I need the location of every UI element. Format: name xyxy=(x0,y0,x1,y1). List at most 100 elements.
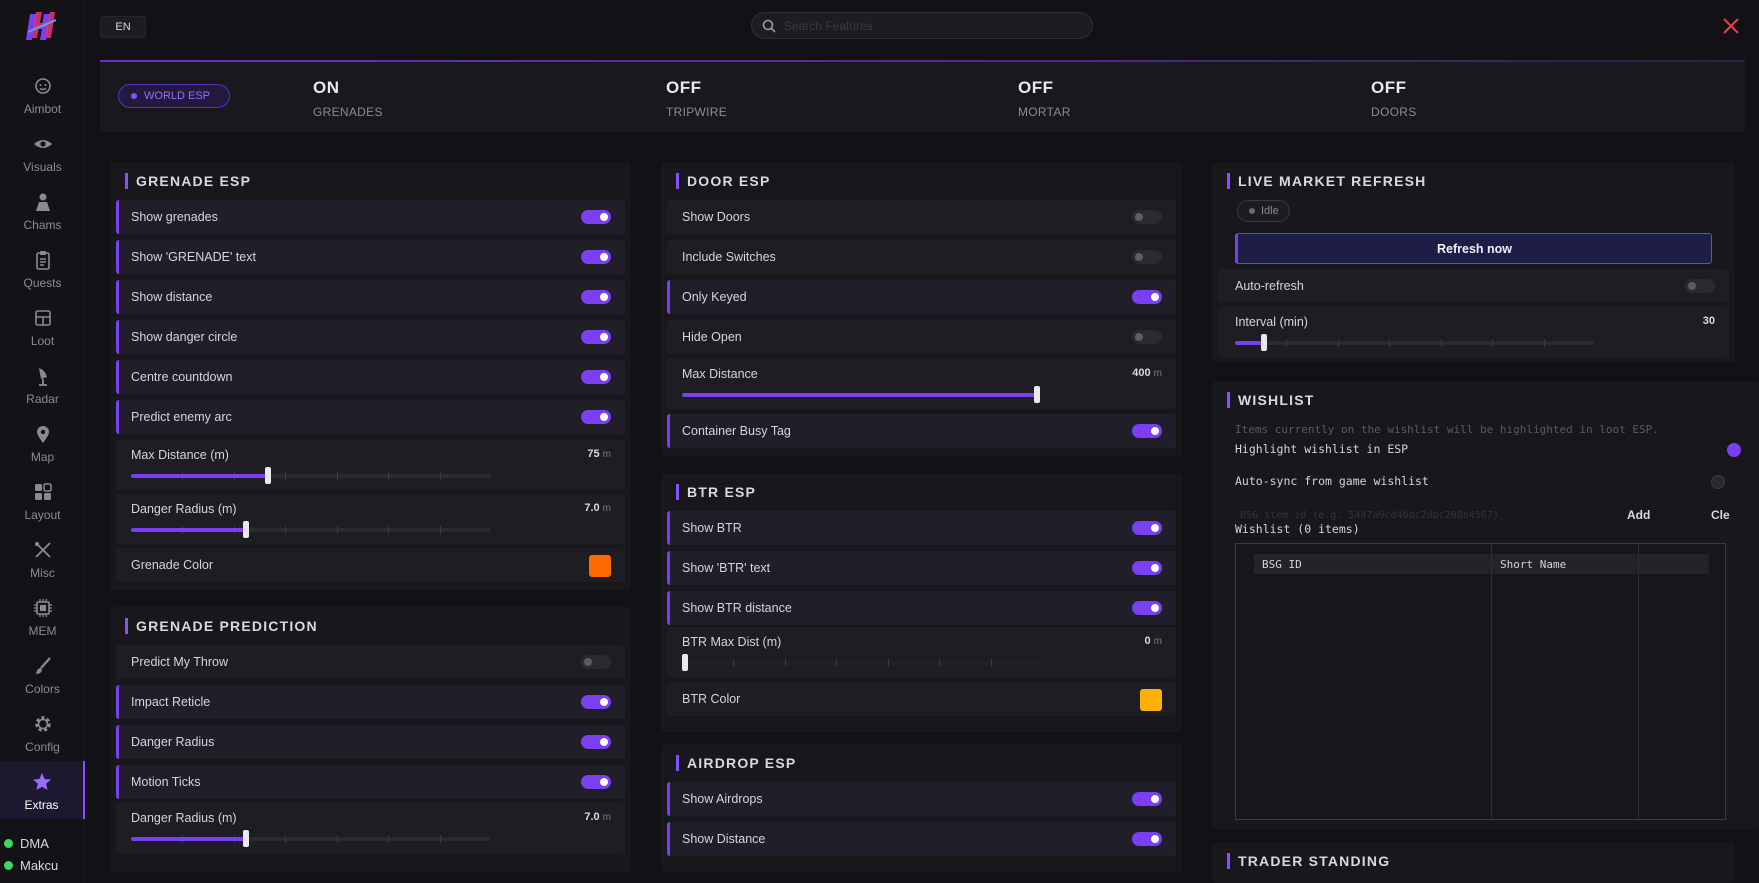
app-window: Aimbot Visuals Chams Quests Loot Radar Map Layo… xyxy=(0,0,1759,883)
autosync-toggle[interactable] xyxy=(1711,475,1725,489)
toggle-switch[interactable] xyxy=(581,655,611,669)
sidebar-item-extras[interactable]: Extras xyxy=(0,761,85,819)
toggle-switch[interactable] xyxy=(581,370,611,384)
toggle-switch[interactable] xyxy=(581,695,611,709)
sidebar-item-config[interactable]: Config xyxy=(0,703,85,761)
auto-refresh-row[interactable]: Auto-refresh xyxy=(1218,269,1729,303)
toggle-row-show-airdrops[interactable]: Show Airdrops xyxy=(667,782,1176,816)
column-divider xyxy=(1638,544,1639,821)
interval-slider[interactable]: Interval (min) 30 xyxy=(1218,307,1729,357)
search-input[interactable] xyxy=(784,18,1064,33)
toggle-switch[interactable] xyxy=(1132,290,1162,304)
danger-radius-slider[interactable]: Danger Radius (m) 7.0 m xyxy=(116,494,625,544)
slider-thumb[interactable] xyxy=(682,654,688,671)
sidebar-item-chams[interactable]: Chams xyxy=(0,181,85,239)
toggle-switch[interactable] xyxy=(1132,521,1162,535)
toggle-switch[interactable] xyxy=(581,330,611,344)
toggle-switch[interactable] xyxy=(581,250,611,264)
max-distance-slider[interactable]: Max Distance (m) 75 m xyxy=(116,440,625,490)
toggle-row-show-btr-text[interactable]: Show 'BTR' text xyxy=(667,551,1176,585)
toggle-row-hide-open[interactable]: Hide Open xyxy=(667,320,1176,354)
toggle-row-show-doors[interactable]: Show Doors xyxy=(667,200,1176,234)
panel-title: TRADER STANDING xyxy=(1227,853,1390,869)
toggle-switch[interactable] xyxy=(1132,210,1162,224)
slider-thumb[interactable] xyxy=(243,830,250,847)
language-selector[interactable]: EN xyxy=(100,16,146,38)
sidebar: Aimbot Visuals Chams Quests Loot Radar Map Layo… xyxy=(0,0,85,883)
gear-icon xyxy=(32,713,54,735)
toggle-row-show-grenade-text[interactable]: Show 'GRENADE' text xyxy=(116,240,625,274)
slider-tick xyxy=(388,472,390,480)
toggle-row-danger-radius[interactable]: Danger Radius xyxy=(116,725,625,759)
toggle-switch[interactable] xyxy=(581,735,611,749)
column-header-short-name[interactable]: Short Name xyxy=(1491,554,1709,574)
toggle-switch[interactable] xyxy=(1132,792,1162,806)
toggle-switch[interactable] xyxy=(1132,832,1162,846)
toggle-label: Predict My Throw xyxy=(131,655,229,669)
sidebar-item-aimbot[interactable]: Aimbot xyxy=(0,65,85,123)
toggle-switch[interactable] xyxy=(1685,279,1715,293)
world-esp-badge: WORLD ESP xyxy=(118,84,230,108)
status-strip: WORLD ESP ON GRENADES OFF TRIPWIRE OFF MORT… xyxy=(100,62,1745,132)
toggle-row-show-btr[interactable]: Show BTR xyxy=(667,511,1176,545)
toggle-switch[interactable] xyxy=(581,290,611,304)
sidebar-item-quests[interactable]: Quests xyxy=(0,239,85,297)
toggle-row-predict-enemy-arc[interactable]: Predict enemy arc xyxy=(116,400,625,434)
toggle-row-include-switches[interactable]: Include Switches xyxy=(667,240,1176,274)
panel-title: WISHLIST xyxy=(1227,392,1314,408)
prediction-danger-radius-slider[interactable]: Danger Radius (m) 7.0 m xyxy=(116,803,625,853)
toggle-switch[interactable] xyxy=(1132,424,1162,438)
slider-thumb[interactable] xyxy=(1034,386,1040,403)
slider-thumb[interactable] xyxy=(264,467,271,484)
column-header-bsg-id[interactable]: BSG ID xyxy=(1254,554,1491,574)
slider-thumb[interactable] xyxy=(243,521,250,538)
toggle-switch[interactable] xyxy=(1132,561,1162,575)
toggle-switch[interactable] xyxy=(1132,330,1162,344)
toggle-row-only-keyed[interactable]: Only Keyed xyxy=(667,280,1176,314)
toggle-row-centre-countdown[interactable]: Centre countdown xyxy=(116,360,625,394)
btr-color-swatch[interactable] xyxy=(1140,689,1162,711)
grenade-prediction-panel: GRENADE PREDICTION Predict My Throw Impac… xyxy=(110,607,631,872)
slider-tick xyxy=(1286,339,1288,347)
btr-max-dist-slider[interactable]: BTR Max Dist (m) 0m xyxy=(667,627,1176,677)
toggle-switch[interactable] xyxy=(581,210,611,224)
sidebar-item-map[interactable]: Map xyxy=(0,413,85,471)
refresh-now-button[interactable]: Refresh now xyxy=(1235,233,1712,264)
grenade-color-swatch[interactable] xyxy=(589,555,611,577)
toggle-switch[interactable] xyxy=(581,775,611,789)
search-box[interactable] xyxy=(751,12,1093,39)
toggle-row-show-distance[interactable]: Show Distance xyxy=(667,822,1176,856)
toggle-row-show-danger-circle[interactable]: Show danger circle xyxy=(116,320,625,354)
toggle-row-show-grenades[interactable]: Show grenades xyxy=(116,200,625,234)
sidebar-item-mem[interactable]: MEM xyxy=(0,587,85,645)
autosync-label: Auto-sync from game wishlist xyxy=(1235,474,1429,488)
slider-tick xyxy=(388,835,390,843)
toggle-row-show-btr-distance[interactable]: Show BTR distance xyxy=(667,591,1176,625)
close-icon[interactable] xyxy=(1721,16,1741,36)
toggle-row-show-distance[interactable]: Show distance xyxy=(116,280,625,314)
add-button[interactable]: Add xyxy=(1627,508,1650,522)
sidebar-item-radar[interactable]: Radar xyxy=(0,355,85,413)
slider-thumb[interactable] xyxy=(1260,334,1267,351)
toggle-switch[interactable] xyxy=(1132,250,1162,264)
sidebar-item-layout[interactable]: Layout xyxy=(0,471,85,529)
toggle-row-motion-ticks[interactable]: Motion Ticks xyxy=(116,765,625,799)
toggle-row-impact-reticle[interactable]: Impact Reticle xyxy=(116,685,625,719)
sidebar-item-colors[interactable]: Colors xyxy=(0,645,85,703)
wishlist-table: BSG ID Short Name xyxy=(1235,543,1726,821)
slider-tick xyxy=(1389,339,1391,347)
container-busy-tag-row[interactable]: Container Busy Tag xyxy=(667,414,1176,448)
clear-button[interactable]: Cle xyxy=(1711,508,1730,522)
toggle-switch[interactable] xyxy=(1132,601,1162,615)
door-max-distance-slider[interactable]: Max Distance 400 m xyxy=(667,359,1176,409)
sidebar-item-visuals[interactable]: Visuals xyxy=(0,123,85,181)
sidebar-item-misc[interactable]: Misc xyxy=(0,529,85,587)
toggle-row-predict-my-throw[interactable]: Predict My Throw xyxy=(116,645,625,679)
highlight-wishlist-toggle[interactable] xyxy=(1727,443,1741,457)
sidebar-item-loot[interactable]: Loot xyxy=(0,297,85,355)
panel-title: GRENADE ESP xyxy=(125,173,251,189)
toggle-label: Show 'GRENADE' text xyxy=(131,250,256,264)
tools-icon xyxy=(32,539,54,561)
toggle-switch[interactable] xyxy=(581,410,611,424)
sidebar-item-label: Chams xyxy=(23,218,62,232)
